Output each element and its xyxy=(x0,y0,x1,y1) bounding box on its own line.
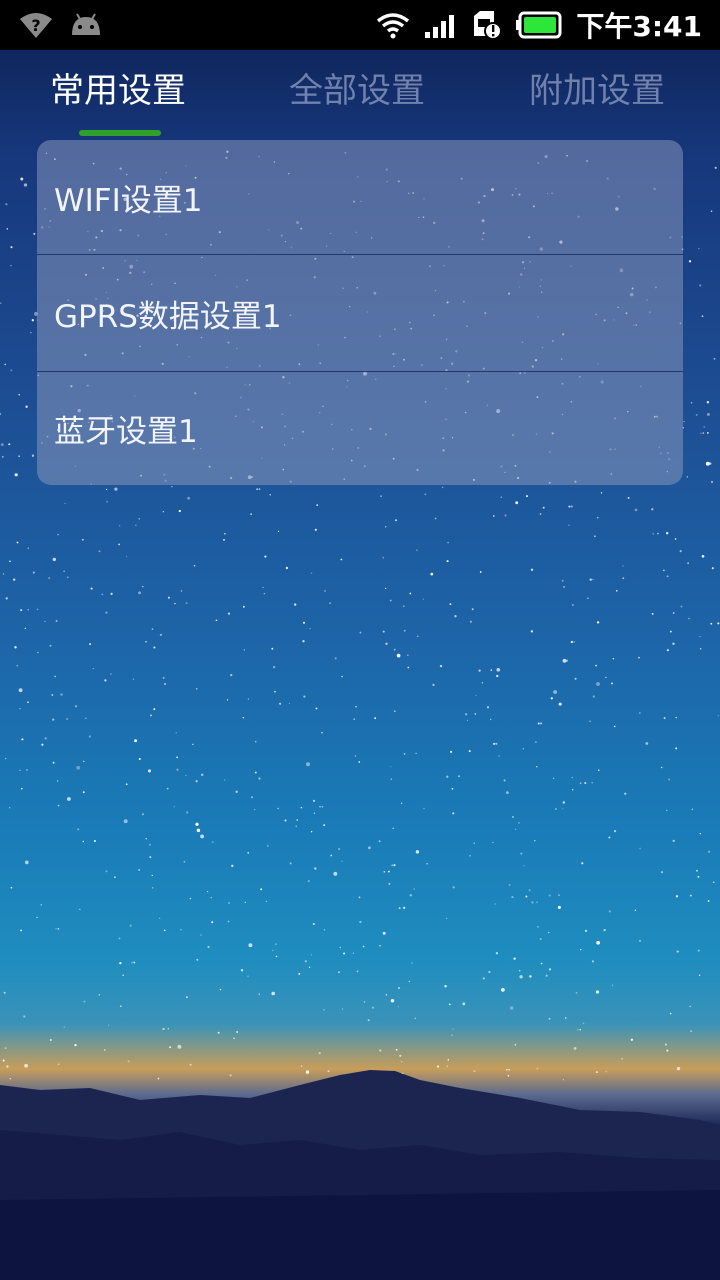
tab-extra-settings[interactable]: 附加设置 xyxy=(529,66,665,116)
battery-icon xyxy=(516,11,562,39)
list-item-label: 蓝牙设置1 xyxy=(54,414,198,450)
tab-all-settings[interactable]: 全部设置 xyxy=(289,66,425,116)
list-item-gprs-settings[interactable]: GPRS数据设置1 xyxy=(37,255,683,371)
list-item-label: WIFI设置1 xyxy=(54,182,203,219)
sim-alert-icon xyxy=(470,10,503,40)
list-item-label: GPRS数据设置1 xyxy=(54,298,282,335)
mountain-silhouette xyxy=(0,1070,720,1280)
list-item-wifi-settings[interactable]: WIFI设置1 xyxy=(37,140,683,254)
active-tab-indicator xyxy=(79,130,161,136)
status-bar: ? 下午3:41 xyxy=(0,0,720,50)
tab-common-settings[interactable]: 常用设置 xyxy=(50,66,186,116)
android-icon xyxy=(68,11,104,39)
svg-text:?: ? xyxy=(31,16,40,35)
settings-list-panel: WIFI设置1 GPRS数据设置1 蓝牙设置1 xyxy=(37,140,683,485)
signal-icon xyxy=(424,12,456,38)
wifi-icon xyxy=(376,11,410,39)
list-item-bluetooth-settings[interactable]: 蓝牙设置1 xyxy=(37,372,683,485)
status-time: 下午3:41 xyxy=(576,10,702,43)
settings-tabs: 常用设置 全部设置 附加设置 xyxy=(0,58,720,140)
wifi-unknown-icon: ? xyxy=(18,11,54,39)
